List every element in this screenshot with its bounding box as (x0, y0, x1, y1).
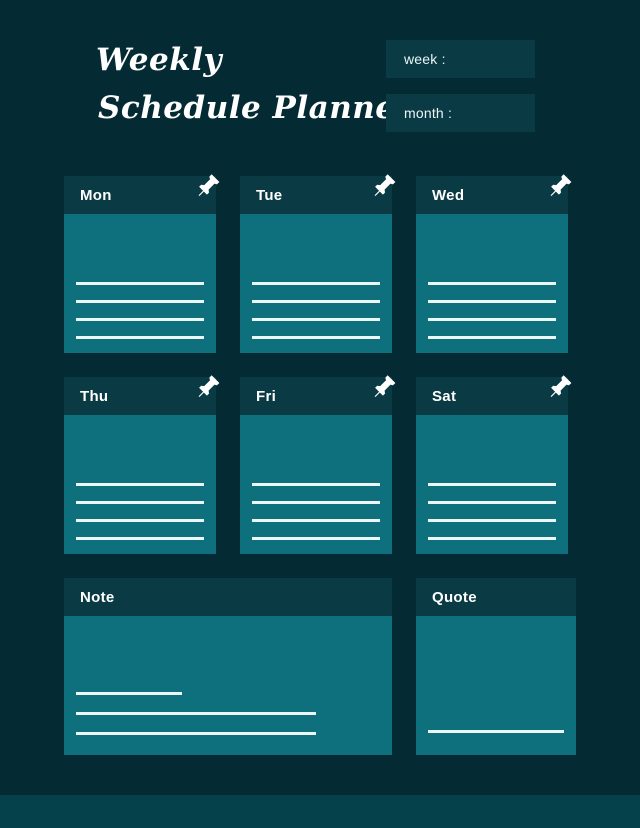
writing-lines (252, 483, 380, 540)
writing-line (428, 537, 556, 540)
quote-card-body[interactable] (416, 616, 576, 755)
writing-line (252, 318, 380, 321)
day-label: Fri (256, 387, 277, 405)
footer-band (0, 795, 640, 828)
quote-label: Quote (432, 588, 477, 606)
push-pin-icon (370, 171, 398, 199)
quote-card-header: Quote (416, 578, 576, 616)
day-label: Wed (432, 186, 465, 204)
note-card-body[interactable] (64, 616, 392, 755)
writing-line (252, 501, 380, 504)
writing-line (428, 483, 556, 486)
quote-card[interactable]: Quote (416, 578, 576, 755)
push-pin-icon (194, 372, 222, 400)
writing-line (252, 519, 380, 522)
note-card-header: Note (64, 578, 392, 616)
writing-lines (428, 730, 564, 733)
day-card-body[interactable] (416, 214, 568, 353)
planner-page: Weekly Schedule Planner week : month : M… (0, 0, 640, 828)
page-header: Weekly Schedule Planner week : month : (0, 0, 640, 160)
push-pin-icon (194, 171, 222, 199)
writing-line (76, 336, 204, 339)
writing-line (76, 501, 204, 504)
day-label: Tue (256, 186, 283, 204)
day-row-1: Mon Tue Wed (64, 174, 576, 353)
day-row-2: Thu Fri Sat (64, 375, 576, 554)
writing-lines (76, 675, 380, 735)
page-title-line-2: Schedule Planner (98, 90, 413, 126)
writing-line (76, 537, 204, 540)
writing-line (252, 282, 380, 285)
writing-line (428, 519, 556, 522)
writing-line (76, 483, 204, 486)
day-card-body[interactable] (240, 415, 392, 554)
writing-line (76, 318, 204, 321)
writing-line (252, 300, 380, 303)
writing-lines (76, 483, 204, 540)
day-card-sat[interactable]: Sat (416, 375, 572, 554)
writing-line (428, 336, 556, 339)
writing-line (252, 537, 380, 540)
writing-line (76, 692, 183, 695)
page-title-line-1: Weekly (96, 42, 223, 78)
day-card-body[interactable] (64, 214, 216, 353)
day-card-body[interactable] (64, 415, 216, 554)
writing-line (428, 318, 556, 321)
day-card-wed[interactable]: Wed (416, 174, 572, 353)
day-card-fri[interactable]: Fri (240, 375, 396, 554)
week-field-label: week : (404, 51, 446, 67)
month-field-label: month : (404, 105, 453, 121)
writing-lines (428, 282, 556, 339)
day-card-thu[interactable]: Thu (64, 375, 220, 554)
day-label: Mon (80, 186, 112, 204)
writing-line (76, 282, 204, 285)
writing-line (428, 730, 564, 733)
day-card-mon[interactable]: Mon (64, 174, 220, 353)
writing-line (428, 300, 556, 303)
note-quote-row: Note Quote (64, 578, 576, 755)
day-label: Sat (432, 387, 457, 405)
writing-line (76, 519, 204, 522)
push-pin-icon (546, 372, 574, 400)
writing-lines (428, 483, 556, 540)
push-pin-icon (546, 171, 574, 199)
writing-line (428, 282, 556, 285)
week-field[interactable]: week : (386, 40, 535, 78)
day-label: Thu (80, 387, 109, 405)
writing-line (76, 712, 317, 715)
day-card-body[interactable] (416, 415, 568, 554)
writing-lines (76, 282, 204, 339)
writing-line (76, 732, 317, 735)
writing-line (76, 300, 204, 303)
writing-lines (252, 282, 380, 339)
push-pin-icon (370, 372, 398, 400)
planner-grid: Mon Tue Wed Thu Fri Sat Note Quote (64, 174, 576, 779)
day-card-body[interactable] (240, 214, 392, 353)
writing-line (428, 501, 556, 504)
page-title: Weekly Schedule Planner (96, 36, 413, 132)
month-field[interactable]: month : (386, 94, 535, 132)
note-label: Note (80, 588, 115, 606)
day-card-tue[interactable]: Tue (240, 174, 396, 353)
writing-line (252, 336, 380, 339)
writing-line (252, 483, 380, 486)
note-card[interactable]: Note (64, 578, 392, 755)
